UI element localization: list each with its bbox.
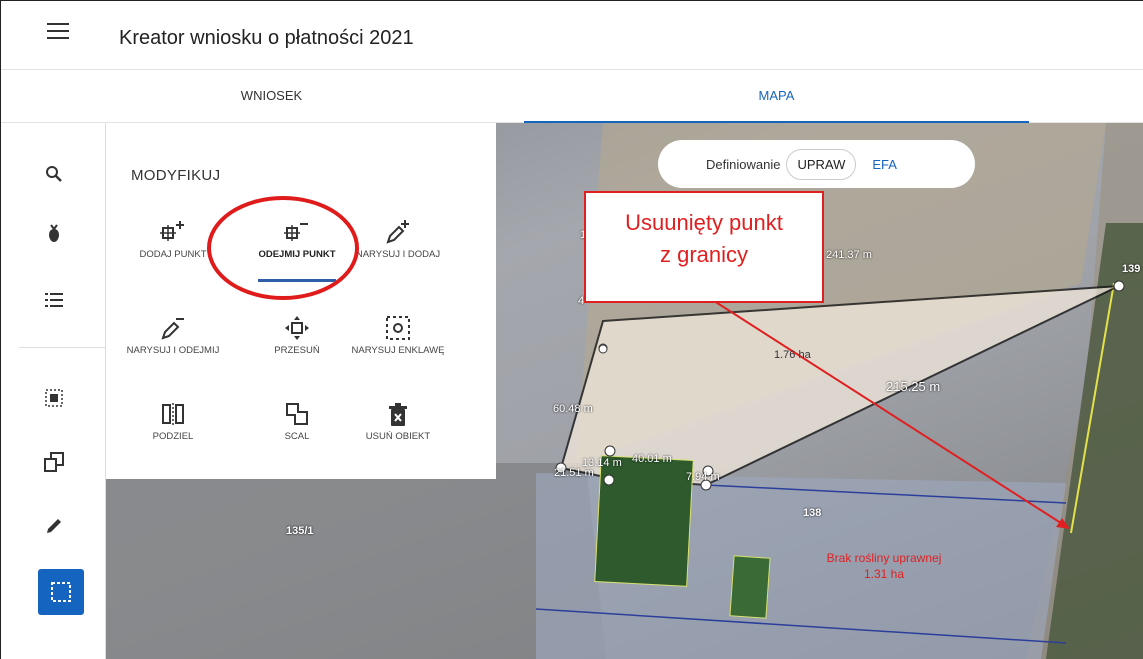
crop-efa-toggle: Definiowanie UPRAW EFA (658, 140, 975, 188)
tool-draw-subtract[interactable]: NARYSUJ I ODEJMIJ (126, 307, 220, 356)
label-seg2: 7.94 m (686, 471, 720, 483)
toggle-upraw[interactable]: UPRAW (786, 148, 857, 180)
no-crop-note-line1: Brak rośliny uprawnej (826, 551, 942, 565)
highlight-ellipse (207, 196, 359, 300)
tool-merge[interactable]: SCAL (250, 393, 344, 442)
tool-split[interactable]: PODZIEL (126, 393, 220, 442)
tool-label: NARYSUJ I DODAJ (355, 249, 441, 260)
tab-bar: WNIOSEK MAPA (1, 69, 1143, 123)
modify-panel: MODYFIKUJ DODAJ PUNKT ODEJMIJ PUNKT NARY… (106, 123, 496, 479)
toggle-label: Definiowanie (706, 156, 781, 172)
tool-draw-add[interactable]: NARYSUJ I DODAJ (351, 211, 445, 260)
tool-label: NARYSUJ ENKLAWĘ (351, 345, 445, 356)
tool-label: NARYSUJ I ODEJMIJ (126, 345, 220, 356)
tab-mapa[interactable]: MAPA (524, 70, 1029, 123)
tool-label: USUŃ OBIEKT (365, 431, 431, 442)
label-right-edge: 215.25 m (886, 379, 941, 394)
delete-object-icon (351, 393, 445, 427)
search-icon[interactable] (39, 159, 69, 189)
tool-add-point[interactable]: DODAJ PUNKT (126, 211, 220, 260)
tool-draw-enclave[interactable]: NARYSUJ ENKLAWĘ (351, 307, 445, 356)
merge-icon (250, 393, 344, 427)
list-icon[interactable] (39, 285, 69, 315)
left-sidebar (1, 123, 106, 659)
page-title: Kreator wniosku o płatności 2021 (119, 27, 414, 49)
draw-subtract-icon (126, 307, 220, 341)
crop-icon[interactable] (39, 219, 69, 249)
copy-icon[interactable] (39, 447, 69, 477)
app-window: Kreator wniosku o płatności 2021 WNIOSEK… (0, 0, 1143, 659)
tool-label: DODAJ PUNKT (139, 249, 207, 260)
no-crop-note-area: 1.31 ha (863, 567, 905, 581)
toggle-efa[interactable]: EFA (862, 150, 907, 179)
split-icon (126, 393, 220, 427)
label-parcel-139: 139 (1122, 263, 1141, 275)
callout-line1: Usuunięty punkt (625, 210, 783, 235)
tool-label: PODZIEL (152, 431, 194, 442)
app-bar: Kreator wniosku o płatności 2021 (1, 1, 1143, 69)
tool-delete-object[interactable]: USUŃ OBIEKT (351, 393, 445, 442)
tab-wniosek[interactable]: WNIOSEK (19, 70, 524, 123)
pencil-icon[interactable] (39, 511, 69, 541)
no-crop-note: Brak rośliny uprawnej 1.31 ha (809, 550, 959, 582)
label-parcel-138: 138 (803, 507, 822, 519)
tool-move[interactable]: PRZESUŃ (250, 307, 344, 356)
tool-label: PRZESUŃ (274, 345, 320, 356)
label-parcel-1351: 135/1 (286, 525, 314, 537)
label-seg3: 21.51 m (554, 467, 594, 479)
label-seg4: 40.01 m (632, 453, 672, 465)
add-point-icon (126, 211, 220, 245)
label-left-edge: 60.48 m (553, 403, 593, 415)
draw-add-icon (351, 211, 445, 245)
annotation-callout: Usuunięty punkt z granicy (584, 191, 824, 303)
label-top-edge: 241.37 m (826, 249, 872, 261)
panel-title: MODYFIKUJ (131, 167, 221, 184)
select-all-icon[interactable] (39, 383, 69, 413)
tool-label: SCAL (284, 431, 310, 442)
callout-line2: z granicy (659, 242, 749, 267)
menu-icon[interactable] (47, 23, 69, 43)
label-area: 1.76 ha (774, 349, 811, 361)
sidebar-divider (19, 347, 106, 348)
move-icon (250, 307, 344, 341)
selection-icon[interactable] (38, 569, 84, 615)
draw-enclave-icon (351, 307, 445, 341)
